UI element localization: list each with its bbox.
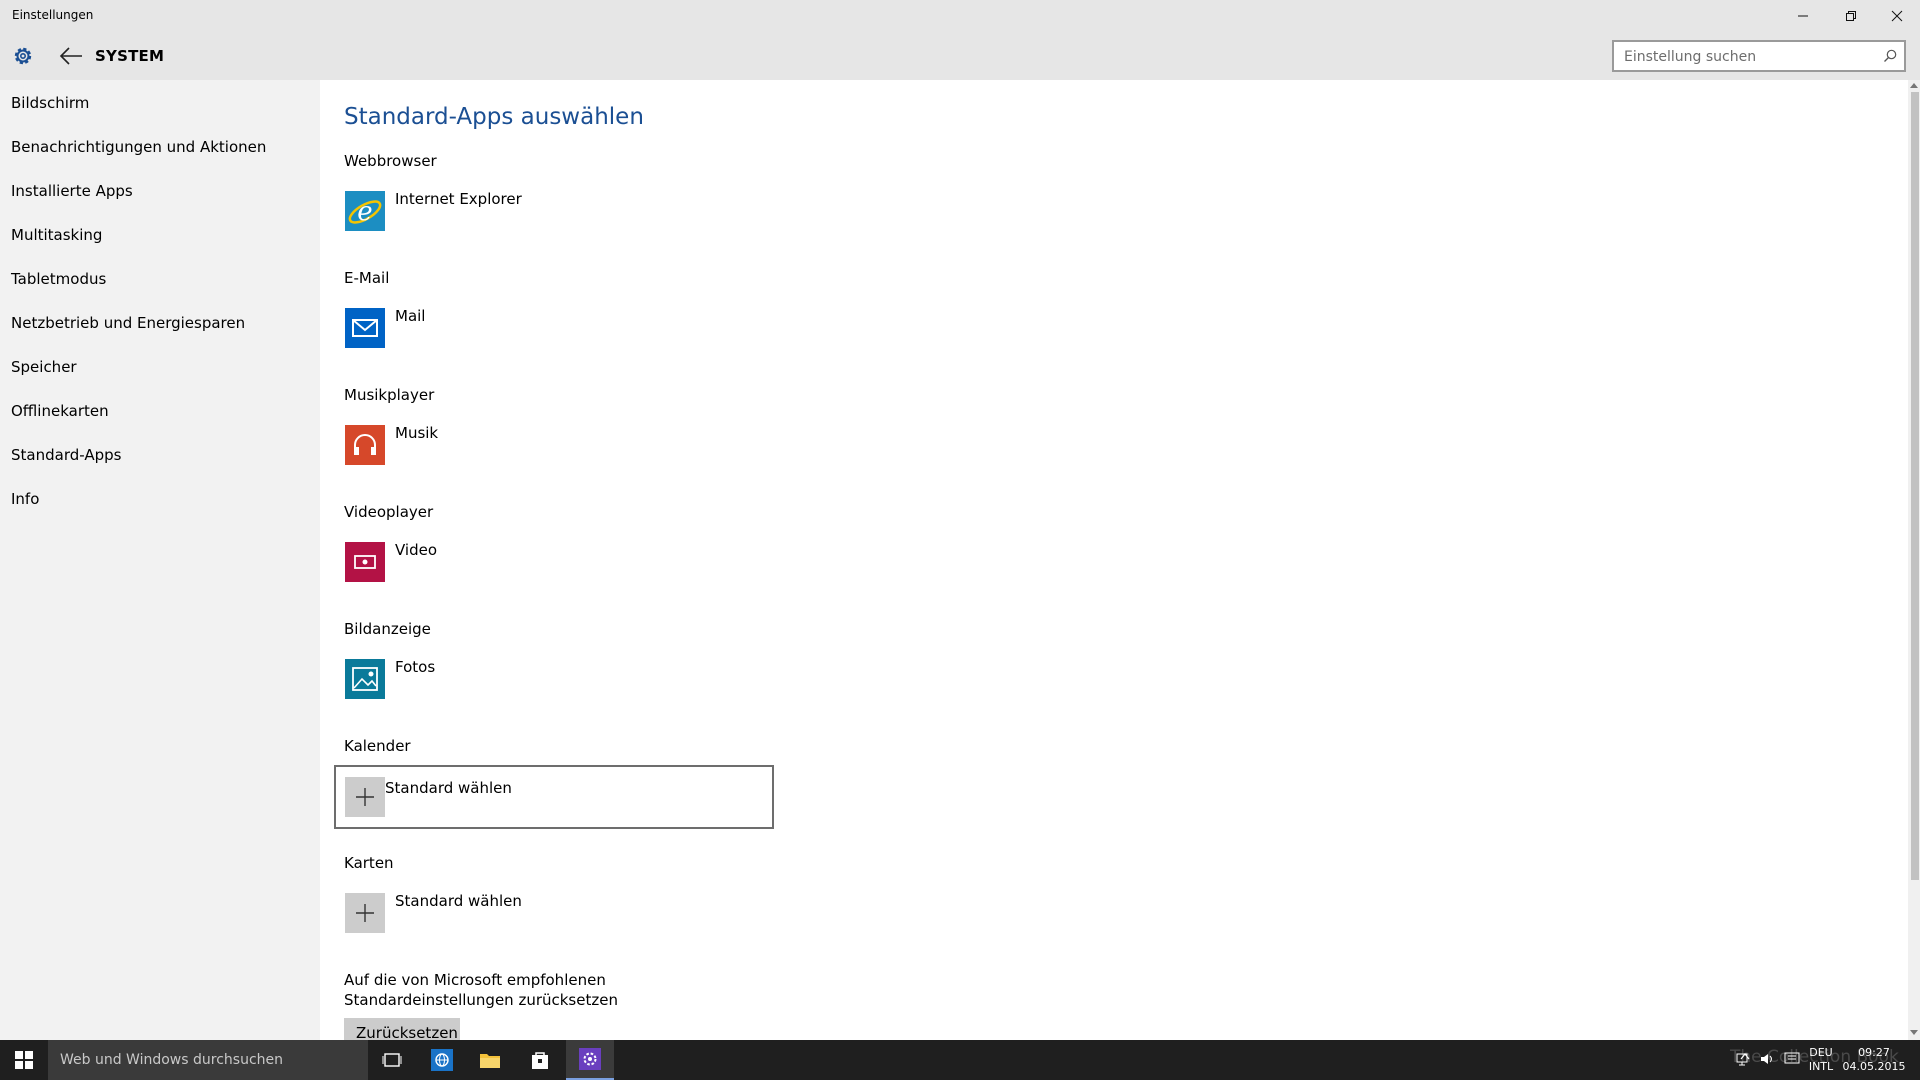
settings-header: SYSTEM — [0, 32, 1920, 80]
scroll-up-icon[interactable] — [1910, 83, 1918, 88]
taskbar: Web und Windows durchsuchen The Collecti… — [0, 1040, 1920, 1080]
taskbar-search-placeholder: Web und Windows durchsuchen — [60, 1052, 284, 1068]
taskbar-settings-button[interactable] — [566, 1040, 614, 1080]
default-app-musikplayer[interactable]: Musik — [344, 422, 774, 472]
gear-icon[interactable] — [10, 43, 36, 69]
start-button[interactable] — [0, 1040, 48, 1080]
sidebar-item-netzbetrieb[interactable]: Netzbetrieb und Energiesparen — [11, 314, 245, 332]
sidebar-item-standard-apps[interactable]: Standard-Apps — [11, 446, 121, 464]
category-label-videoplayer: Videoplayer — [344, 503, 434, 521]
sidebar-item-tabletmodus[interactable]: Tabletmodus — [11, 270, 106, 288]
category-label-kalender: Kalender — [344, 737, 411, 755]
taskbar-explorer-button[interactable] — [466, 1040, 514, 1080]
minimize-icon — [1798, 15, 1808, 17]
mail-icon — [345, 308, 385, 348]
clock-date: 04.05.2015 — [1842, 1060, 1906, 1073]
default-app-karten[interactable]: Standard wählen — [344, 890, 774, 940]
category-label-musikplayer: Musikplayer — [344, 386, 435, 404]
sidebar-item-multitasking[interactable]: Multitasking — [11, 226, 102, 244]
default-app-email[interactable]: Mail — [344, 305, 774, 355]
scroll-down-icon[interactable] — [1910, 1030, 1918, 1035]
photos-icon — [345, 659, 385, 699]
plus-icon — [345, 893, 385, 933]
title-bar: Einstellungen — [0, 0, 1920, 32]
plus-icon — [345, 777, 385, 817]
reset-description: Auf die von Microsoft empfohlenen Standa… — [344, 971, 618, 1009]
notification-center-icon[interactable] — [1784, 1052, 1800, 1066]
globe-icon — [431, 1049, 453, 1071]
page-title: Standard-Apps auswählen — [344, 104, 644, 130]
folder-icon — [480, 1054, 500, 1068]
category-label-email: E-Mail — [344, 269, 390, 287]
restore-button[interactable] — [1828, 0, 1874, 32]
scrollbar-thumb[interactable] — [1911, 92, 1919, 880]
sidebar-item-speicher[interactable]: Speicher — [11, 358, 77, 376]
minimize-button[interactable] — [1780, 0, 1826, 32]
back-arrow-icon[interactable] — [58, 44, 84, 68]
settings-search[interactable] — [1612, 40, 1906, 72]
close-button[interactable] — [1874, 0, 1920, 32]
task-view-button[interactable] — [368, 1040, 416, 1080]
vertical-scrollbar[interactable] — [1908, 80, 1920, 1040]
app-name: Standard wählen — [385, 779, 512, 797]
default-app-kalender[interactable]: Standard wählen — [334, 765, 774, 829]
window-title: Einstellungen — [12, 8, 94, 22]
sidebar-item-info[interactable]: Info — [11, 490, 39, 508]
app-name: Mail — [395, 307, 426, 325]
restore-icon — [1846, 11, 1856, 21]
search-icon[interactable] — [1882, 48, 1898, 64]
default-app-bildanzeige[interactable]: Fotos — [344, 656, 774, 706]
sidebar-item-bildschirm[interactable]: Bildschirm — [11, 94, 89, 112]
windows-logo-icon — [15, 1051, 33, 1069]
task-view-icon — [382, 1053, 402, 1067]
svg-text:e: e — [357, 197, 372, 227]
volume-icon[interactable] — [1760, 1052, 1776, 1066]
sidebar-item-installierte-apps[interactable]: Installierte Apps — [11, 182, 133, 200]
section-title: SYSTEM — [95, 47, 165, 65]
category-label-bildanzeige: Bildanzeige — [344, 620, 431, 638]
keyboard-layout: INTL — [1808, 1060, 1834, 1073]
input-language-indicator[interactable]: DEU INTL — [1808, 1046, 1834, 1074]
category-label-webbrowser: Webbrowser — [344, 152, 437, 170]
main-content: Standard-Apps auswählen Webbrowser e Int… — [320, 80, 1910, 1042]
clock[interactable]: 09:27 04.05.2015 — [1842, 1046, 1906, 1074]
app-name: Video — [395, 541, 438, 559]
internet-explorer-icon: e — [345, 191, 385, 231]
gear-icon — [579, 1048, 601, 1070]
app-name: Musik — [395, 424, 439, 442]
app-name: Internet Explorer — [395, 190, 522, 208]
headphones-icon — [345, 425, 385, 465]
default-app-videoplayer[interactable]: Video — [344, 539, 774, 589]
default-app-webbrowser[interactable]: e Internet Explorer — [344, 188, 774, 238]
network-icon[interactable] — [1736, 1052, 1752, 1066]
sidebar: Bildschirm Benachrichtigungen und Aktion… — [0, 80, 320, 1040]
taskbar-store-button[interactable] — [516, 1040, 564, 1080]
taskbar-search[interactable]: Web und Windows durchsuchen — [48, 1040, 368, 1080]
close-icon — [1891, 10, 1903, 22]
app-name: Fotos — [395, 658, 436, 676]
language-code: DEU — [1809, 1046, 1833, 1059]
store-bag-icon — [532, 1052, 548, 1069]
search-input[interactable] — [1622, 46, 1876, 68]
video-icon — [345, 542, 385, 582]
app-name: Standard wählen — [395, 892, 522, 910]
sidebar-item-offlinekarten[interactable]: Offlinekarten — [11, 402, 109, 420]
sidebar-item-benachrichtigungen[interactable]: Benachrichtigungen und Aktionen — [11, 138, 266, 156]
reset-button[interactable]: Zurücksetzen — [344, 1018, 460, 1042]
category-label-karten: Karten — [344, 854, 394, 872]
taskbar-ie-button[interactable] — [418, 1040, 466, 1080]
clock-time: 09:27 — [1858, 1046, 1890, 1059]
